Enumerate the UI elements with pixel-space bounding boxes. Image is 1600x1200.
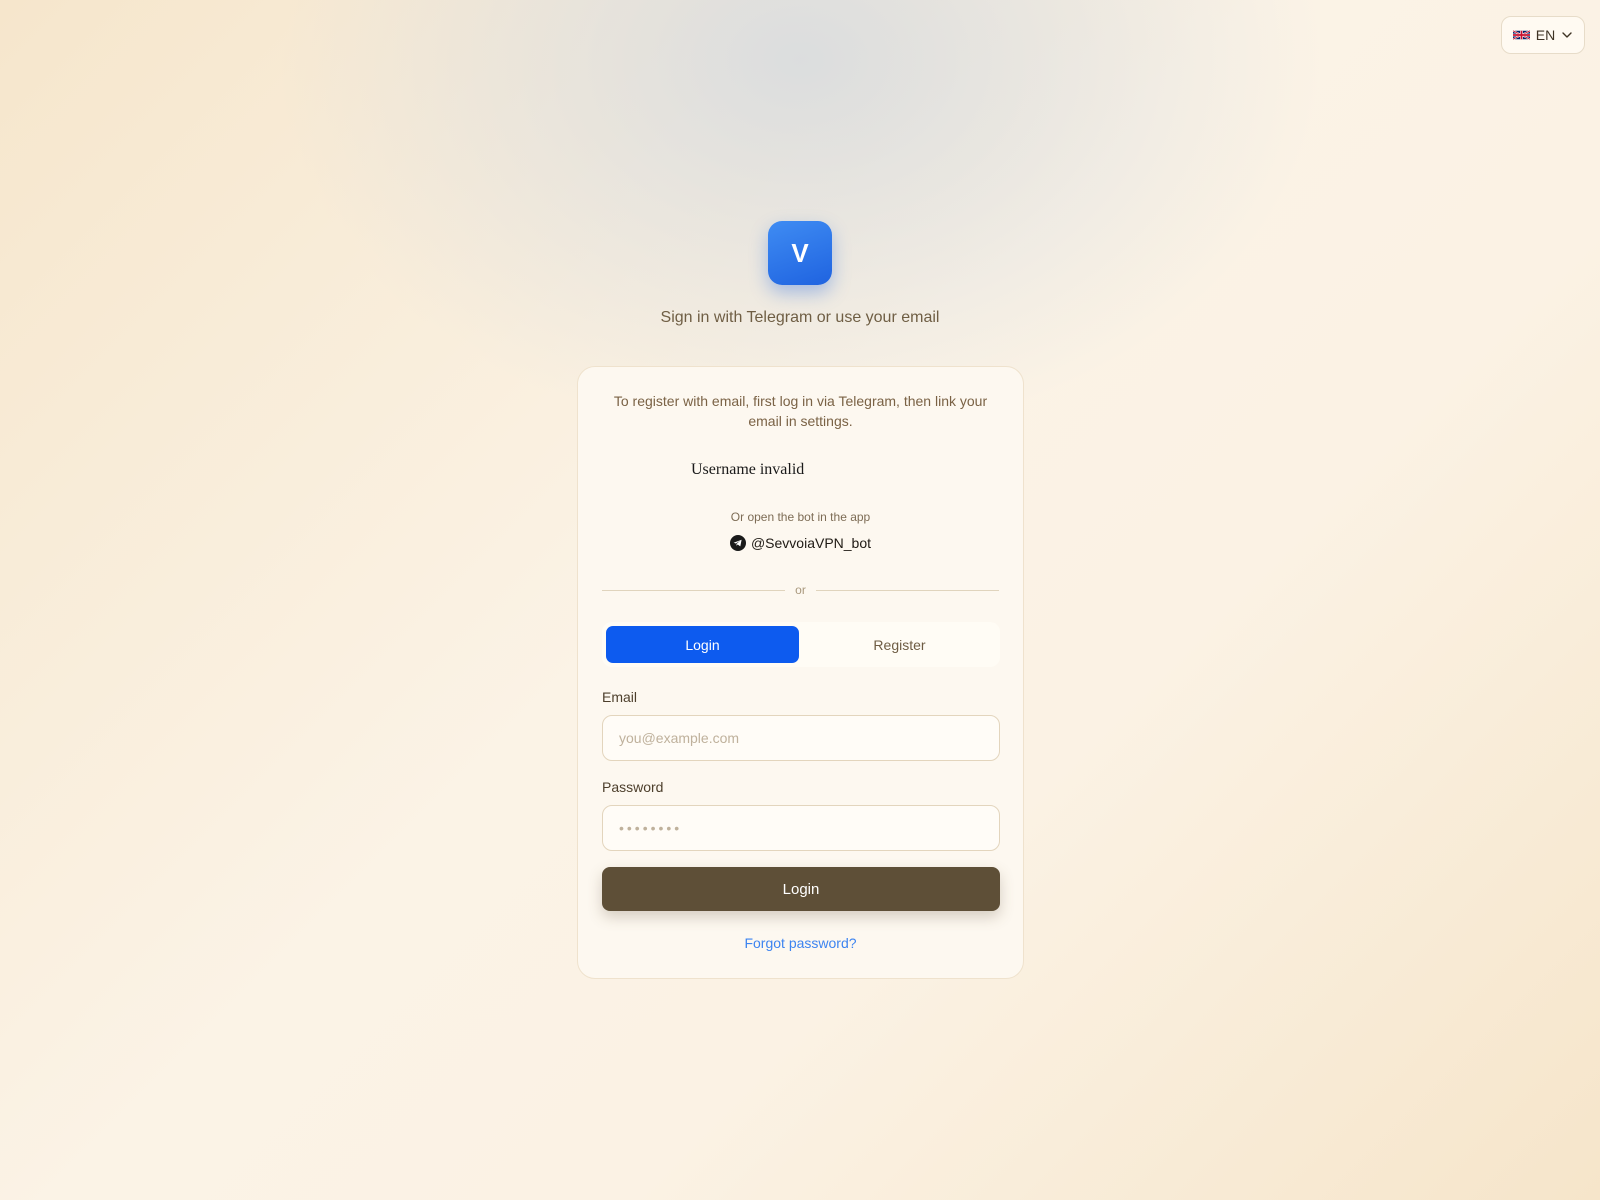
telegram-widget-error: Username invalid: [691, 461, 805, 478]
page-subtitle: Sign in with Telegram or use your email: [660, 309, 940, 326]
chevron-down-icon: [1562, 32, 1572, 38]
password-label: Password: [602, 779, 664, 795]
register-note: To register with email, first log in via…: [613, 393, 988, 429]
forgot-password-link[interactable]: Forgot password?: [578, 935, 1023, 951]
tab-register[interactable]: Register: [803, 626, 996, 663]
password-field[interactable]: [602, 805, 1000, 851]
app-logo-letter: V: [791, 237, 809, 268]
divider-line-left: [602, 589, 786, 591]
or-divider: or: [602, 583, 1000, 597]
tab-login[interactable]: Login: [606, 626, 799, 663]
login-card: To register with email, first log in via…: [577, 366, 1024, 979]
login-button[interactable]: Login: [602, 867, 1000, 911]
divider-line-right: [815, 589, 1000, 591]
language-switcher[interactable]: EN: [1501, 16, 1585, 54]
app-logo: V: [768, 221, 832, 285]
language-code: EN: [1535, 27, 1556, 43]
uk-flag-icon: [1512, 29, 1530, 41]
email-label: Email: [602, 689, 638, 705]
telegram-icon: [729, 535, 746, 551]
bot-handle: @SevvoiaVPN_bot: [750, 535, 872, 551]
auth-tabs: Login Register: [602, 622, 1000, 667]
bot-hint: Or open the bot in the app: [730, 510, 871, 524]
bot-link[interactable]: @SevvoiaVPN_bot: [578, 535, 1023, 551]
divider-text: or: [795, 583, 806, 597]
email-field[interactable]: [602, 715, 1000, 761]
